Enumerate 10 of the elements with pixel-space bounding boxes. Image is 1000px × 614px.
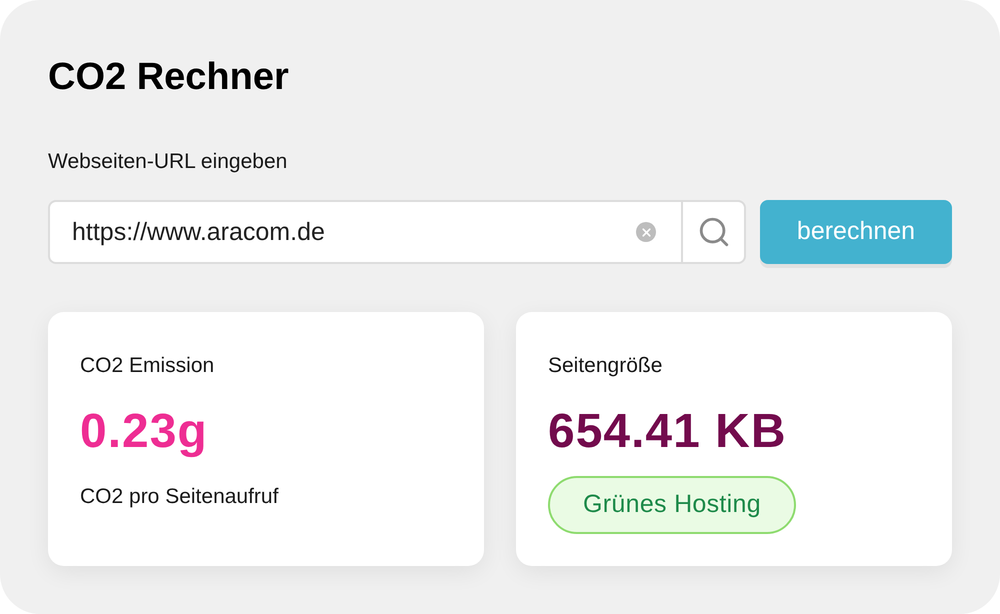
url-label: Webseiten-URL eingeben bbox=[48, 149, 288, 175]
card-value: 0.23g bbox=[80, 404, 208, 460]
card-caption: CO2 pro Seitenaufruf bbox=[80, 484, 278, 510]
page-title: CO2 Rechner bbox=[48, 55, 289, 100]
hosting-badge: Grünes Hosting bbox=[548, 476, 796, 534]
url-input-field[interactable]: https://www.aracom.de bbox=[48, 200, 681, 264]
search-button[interactable] bbox=[681, 200, 746, 264]
card-label: CO2 Emission bbox=[80, 353, 214, 379]
card-value: 654.41 KB bbox=[548, 404, 786, 460]
card-label: Seitengröße bbox=[548, 353, 662, 379]
